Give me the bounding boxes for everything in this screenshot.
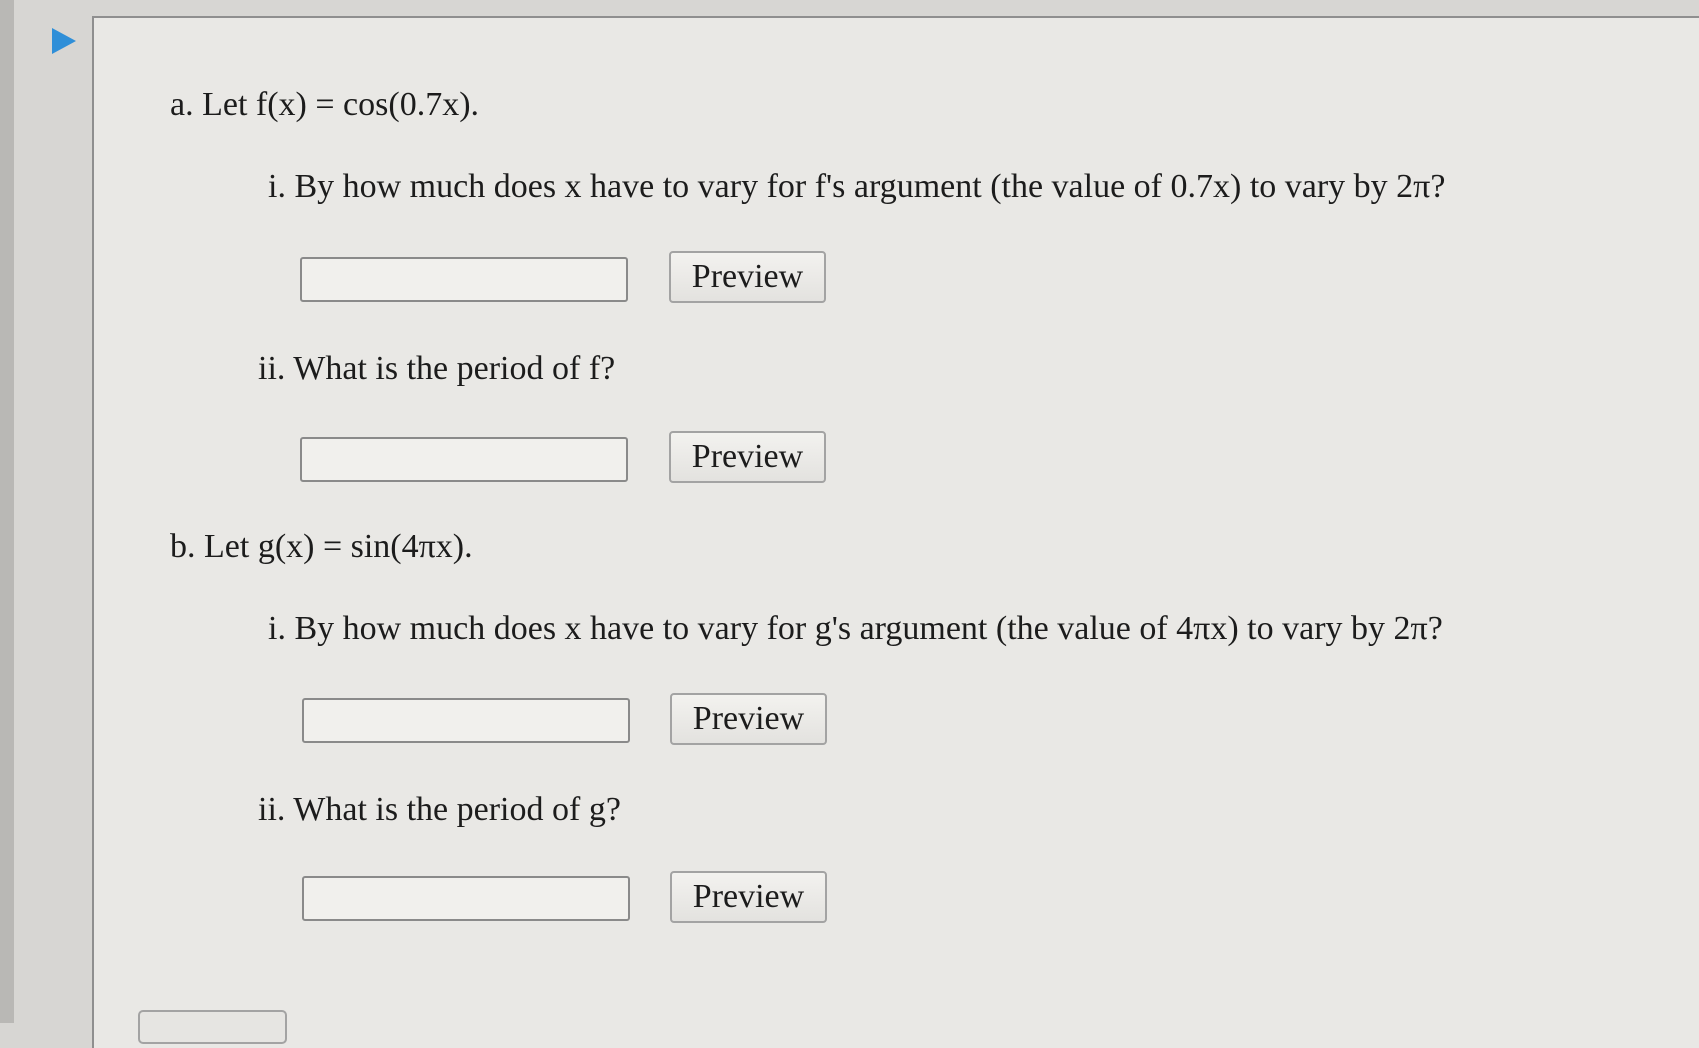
part-a-q1-answer-input[interactable] xyxy=(300,257,628,302)
part-b-q2-label: ii. xyxy=(258,791,286,828)
part-a-q1-label: i. xyxy=(268,168,286,205)
part-a-heading: a. Let f(x) = cos(0.7x). xyxy=(170,88,479,122)
left-edge-bar xyxy=(0,0,14,1023)
part-b-q2-text: What is the period of g? xyxy=(293,791,621,828)
part-b-question-1: i. By how much does x have to vary for g… xyxy=(268,612,1443,646)
part-a-q2-label: ii. xyxy=(258,350,286,387)
expand-triangle-icon[interactable] xyxy=(52,28,76,54)
part-b-heading: b. Let g(x) = sin(4πx). xyxy=(170,530,473,564)
part-b-q1-text: By how much does x have to vary for g's … xyxy=(294,610,1443,647)
part-a-q2-text: What is the period of f? xyxy=(293,350,616,387)
bottom-partial-button[interactable] xyxy=(138,1010,287,1044)
part-b-q1-label: i. xyxy=(268,610,286,647)
part-a-label: a. xyxy=(170,86,194,123)
part-a-q1-text: By how much does x have to vary for f's … xyxy=(294,168,1446,205)
part-b-function: g(x) = sin(4πx). xyxy=(257,528,473,565)
part-a-question-1: i. By how much does x have to vary for f… xyxy=(268,170,1445,204)
part-a-function: f(x) = cos(0.7x). xyxy=(255,86,480,123)
part-a-q2-preview-button[interactable]: Preview xyxy=(669,431,826,483)
part-b-q1-answer-input[interactable] xyxy=(302,698,630,743)
part-a-q1-preview-button[interactable]: Preview xyxy=(669,251,826,303)
part-b-q2-answer-input[interactable] xyxy=(302,876,630,921)
part-a-intro: Let xyxy=(202,86,248,123)
part-b-question-2: ii. What is the period of g? xyxy=(258,793,621,827)
part-b-q1-preview-button[interactable]: Preview xyxy=(670,693,827,745)
part-b-q2-preview-button[interactable]: Preview xyxy=(670,871,827,923)
part-a-q2-answer-input[interactable] xyxy=(300,437,628,482)
part-b-label: b. xyxy=(170,528,196,565)
part-b-intro: Let xyxy=(204,528,250,565)
part-a-question-2: ii. What is the period of f? xyxy=(258,352,615,386)
